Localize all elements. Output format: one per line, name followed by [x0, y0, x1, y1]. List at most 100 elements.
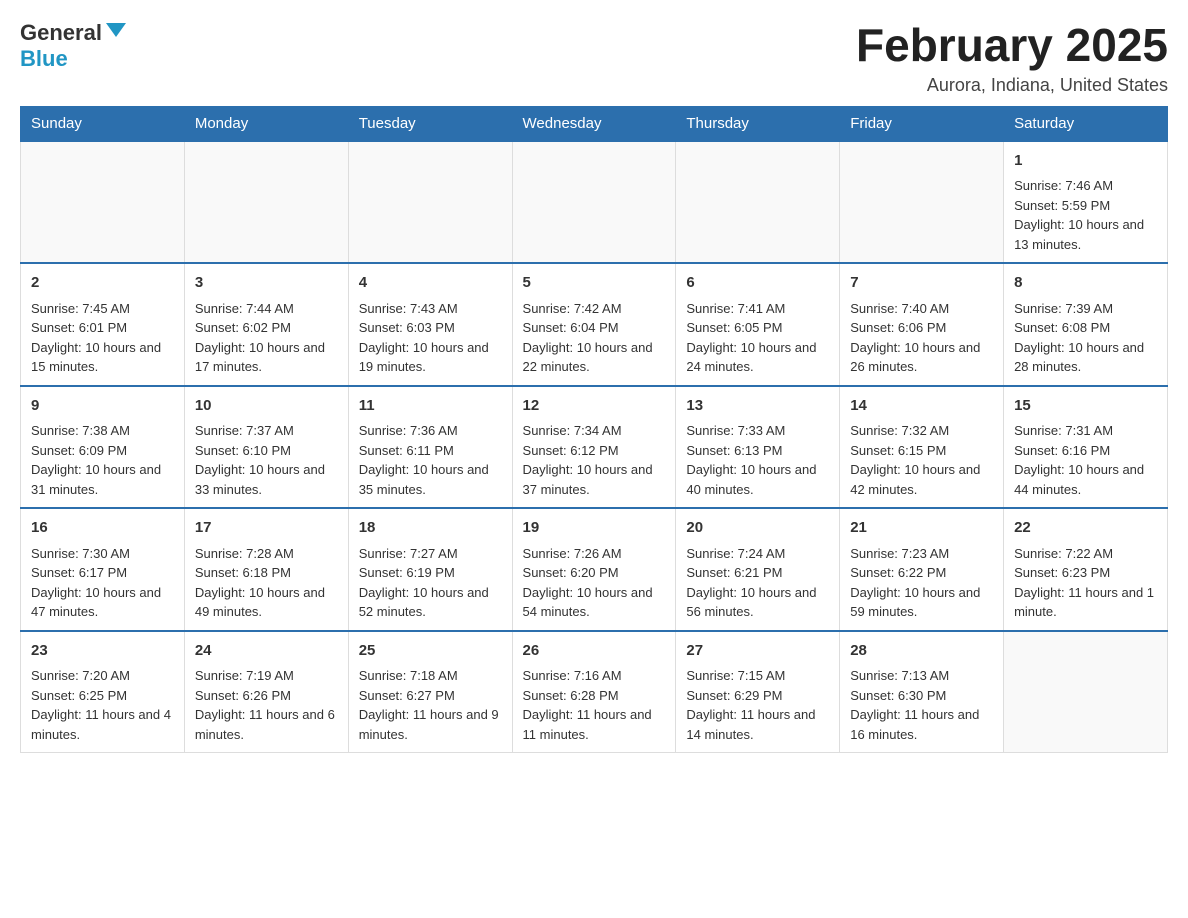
calendar-week-row: 16Sunrise: 7:30 AM Sunset: 6:17 PM Dayli…: [21, 508, 1168, 631]
calendar-day-cell: 5 Sunrise: 7:42 AM Sunset: 6:04 PM Daylig…: [512, 263, 676, 386]
day-number: 18: [359, 517, 502, 540]
day-sun-info: Sunrise: 7:22 AM Sunset: 6:23 PM Dayligh…: [1014, 544, 1157, 622]
logo-triangle-icon: [106, 23, 126, 37]
day-sun-info: Sunrise: 7:15 AM Sunset: 6:29 PM Dayligh…: [686, 666, 829, 744]
day-number: 4: [359, 272, 502, 295]
calendar-day-cell: [676, 141, 840, 264]
day-number: 12: [523, 395, 666, 418]
day-number: 9: [31, 395, 174, 418]
location-subtitle: Aurora, Indiana, United States: [856, 75, 1168, 96]
calendar-day-cell: 23Sunrise: 7:20 AM Sunset: 6:25 PM Dayli…: [21, 631, 185, 753]
day-sun-info: Sunrise: 7:44 AM Sunset: 6:02 PM Dayligh…: [195, 299, 338, 377]
calendar-day-cell: 4 Sunrise: 7:43 AM Sunset: 6:03 PM Daylig…: [348, 263, 512, 386]
day-number: 3: [195, 272, 338, 295]
day-number: 8: [1014, 272, 1157, 295]
day-number: 14: [850, 395, 993, 418]
calendar-day-cell: 9Sunrise: 7:38 AM Sunset: 6:09 PM Daylig…: [21, 386, 185, 509]
calendar-day-cell: 2 Sunrise: 7:45 AM Sunset: 6:01 PM Daylig…: [21, 263, 185, 386]
calendar-table: SundayMondayTuesdayWednesdayThursdayFrid…: [20, 106, 1168, 754]
calendar-week-row: 1Sunrise: 7:46 AM Sunset: 5:59 PM Daylig…: [21, 141, 1168, 264]
day-sun-info: Sunrise: 7:39 AM Sunset: 6:08 PM Dayligh…: [1014, 299, 1157, 377]
day-sun-info: Sunrise: 7:32 AM Sunset: 6:15 PM Dayligh…: [850, 421, 993, 499]
calendar-day-cell: 1Sunrise: 7:46 AM Sunset: 5:59 PM Daylig…: [1004, 141, 1168, 264]
calendar-day-cell: 26 Sunrise: 7:16 AM Sunset: 6:28 PM Dayli…: [512, 631, 676, 753]
day-sun-info: Sunrise: 7:24 AM Sunset: 6:21 PM Dayligh…: [686, 544, 829, 622]
day-number: 26: [523, 640, 666, 663]
day-number: 5: [523, 272, 666, 295]
day-number: 1: [1014, 150, 1157, 173]
calendar-day-cell: 25 Sunrise: 7:18 AM Sunset: 6:27 PM Dayli…: [348, 631, 512, 753]
calendar-day-cell: 27Sunrise: 7:15 AM Sunset: 6:29 PM Dayli…: [676, 631, 840, 753]
calendar-day-cell: 21 Sunrise: 7:23 AM Sunset: 6:22 PM Dayli…: [840, 508, 1004, 631]
day-sun-info: Sunrise: 7:45 AM Sunset: 6:01 PM Dayligh…: [31, 299, 174, 377]
day-sun-info: Sunrise: 7:31 AM Sunset: 6:16 PM Dayligh…: [1014, 421, 1157, 499]
day-sun-info: Sunrise: 7:43 AM Sunset: 6:03 PM Dayligh…: [359, 299, 502, 377]
calendar-day-cell: 13 Sunrise: 7:33 AM Sunset: 6:13 PM Dayli…: [676, 386, 840, 509]
calendar-day-cell: [1004, 631, 1168, 753]
day-number: 19: [523, 517, 666, 540]
day-sun-info: Sunrise: 7:18 AM Sunset: 6:27 PM Dayligh…: [359, 666, 502, 744]
calendar-day-cell: 17 Sunrise: 7:28 AM Sunset: 6:18 PM Dayli…: [184, 508, 348, 631]
day-sun-info: Sunrise: 7:34 AM Sunset: 6:12 PM Dayligh…: [523, 421, 666, 499]
day-sun-info: Sunrise: 7:23 AM Sunset: 6:22 PM Dayligh…: [850, 544, 993, 622]
calendar-day-cell: 10Sunrise: 7:37 AM Sunset: 6:10 PM Dayli…: [184, 386, 348, 509]
day-of-week-header: Wednesday: [512, 106, 676, 141]
day-sun-info: Sunrise: 7:36 AM Sunset: 6:11 PM Dayligh…: [359, 421, 502, 499]
calendar-day-cell: 8 Sunrise: 7:39 AM Sunset: 6:08 PM Daylig…: [1004, 263, 1168, 386]
calendar-week-row: 23Sunrise: 7:20 AM Sunset: 6:25 PM Dayli…: [21, 631, 1168, 753]
day-sun-info: Sunrise: 7:40 AM Sunset: 6:06 PM Dayligh…: [850, 299, 993, 377]
day-number: 2: [31, 272, 174, 295]
calendar-day-cell: 6 Sunrise: 7:41 AM Sunset: 6:05 PM Daylig…: [676, 263, 840, 386]
day-of-week-header: Saturday: [1004, 106, 1168, 141]
calendar-day-cell: 16Sunrise: 7:30 AM Sunset: 6:17 PM Dayli…: [21, 508, 185, 631]
day-of-week-header: Tuesday: [348, 106, 512, 141]
day-sun-info: Sunrise: 7:26 AM Sunset: 6:20 PM Dayligh…: [523, 544, 666, 622]
calendar-day-cell: 7 Sunrise: 7:40 AM Sunset: 6:06 PM Daylig…: [840, 263, 1004, 386]
day-of-week-header: Friday: [840, 106, 1004, 141]
day-sun-info: Sunrise: 7:16 AM Sunset: 6:28 PM Dayligh…: [523, 666, 666, 744]
calendar-day-cell: 14 Sunrise: 7:32 AM Sunset: 6:15 PM Dayli…: [840, 386, 1004, 509]
day-number: 21: [850, 517, 993, 540]
day-sun-info: Sunrise: 7:37 AM Sunset: 6:10 PM Dayligh…: [195, 421, 338, 499]
day-sun-info: Sunrise: 7:33 AM Sunset: 6:13 PM Dayligh…: [686, 421, 829, 499]
day-number: 22: [1014, 517, 1157, 540]
day-number: 11: [359, 395, 502, 418]
logo: General Blue: [20, 20, 126, 72]
day-number: 7: [850, 272, 993, 295]
day-of-week-header: Sunday: [21, 106, 185, 141]
calendar-day-cell: [21, 141, 185, 264]
calendar-week-row: 2 Sunrise: 7:45 AM Sunset: 6:01 PM Daylig…: [21, 263, 1168, 386]
calendar-day-cell: [512, 141, 676, 264]
calendar-day-cell: 28Sunrise: 7:13 AM Sunset: 6:30 PM Dayli…: [840, 631, 1004, 753]
day-number: 17: [195, 517, 338, 540]
month-year-title: February 2025: [856, 20, 1168, 71]
calendar-day-cell: 15 Sunrise: 7:31 AM Sunset: 6:16 PM Dayli…: [1004, 386, 1168, 509]
day-of-week-header: Monday: [184, 106, 348, 141]
calendar-day-cell: 12 Sunrise: 7:34 AM Sunset: 6:12 PM Dayli…: [512, 386, 676, 509]
day-number: 6: [686, 272, 829, 295]
day-number: 13: [686, 395, 829, 418]
calendar-day-cell: 19 Sunrise: 7:26 AM Sunset: 6:20 PM Dayli…: [512, 508, 676, 631]
day-sun-info: Sunrise: 7:20 AM Sunset: 6:25 PM Dayligh…: [31, 666, 174, 744]
day-sun-info: Sunrise: 7:41 AM Sunset: 6:05 PM Dayligh…: [686, 299, 829, 377]
day-number: 15: [1014, 395, 1157, 418]
day-of-week-header: Thursday: [676, 106, 840, 141]
day-sun-info: Sunrise: 7:27 AM Sunset: 6:19 PM Dayligh…: [359, 544, 502, 622]
calendar-day-cell: [840, 141, 1004, 264]
day-sun-info: Sunrise: 7:19 AM Sunset: 6:26 PM Dayligh…: [195, 666, 338, 744]
calendar-day-cell: 24 Sunrise: 7:19 AM Sunset: 6:26 PM Dayli…: [184, 631, 348, 753]
day-number: 25: [359, 640, 502, 663]
calendar-day-cell: 18 Sunrise: 7:27 AM Sunset: 6:19 PM Dayli…: [348, 508, 512, 631]
calendar-header-row: SundayMondayTuesdayWednesdayThursdayFrid…: [21, 106, 1168, 141]
title-block: February 2025 Aurora, Indiana, United St…: [856, 20, 1168, 96]
calendar-day-cell: 3 Sunrise: 7:44 AM Sunset: 6:02 PM Daylig…: [184, 263, 348, 386]
page-header: General Blue February 2025 Aurora, India…: [20, 20, 1168, 96]
logo-general-text: General: [20, 20, 102, 46]
day-number: 24: [195, 640, 338, 663]
calendar-day-cell: 20Sunrise: 7:24 AM Sunset: 6:21 PM Dayli…: [676, 508, 840, 631]
day-sun-info: Sunrise: 7:30 AM Sunset: 6:17 PM Dayligh…: [31, 544, 174, 622]
day-sun-info: Sunrise: 7:28 AM Sunset: 6:18 PM Dayligh…: [195, 544, 338, 622]
day-sun-info: Sunrise: 7:42 AM Sunset: 6:04 PM Dayligh…: [523, 299, 666, 377]
calendar-day-cell: [348, 141, 512, 264]
calendar-day-cell: 22 Sunrise: 7:22 AM Sunset: 6:23 PM Dayli…: [1004, 508, 1168, 631]
